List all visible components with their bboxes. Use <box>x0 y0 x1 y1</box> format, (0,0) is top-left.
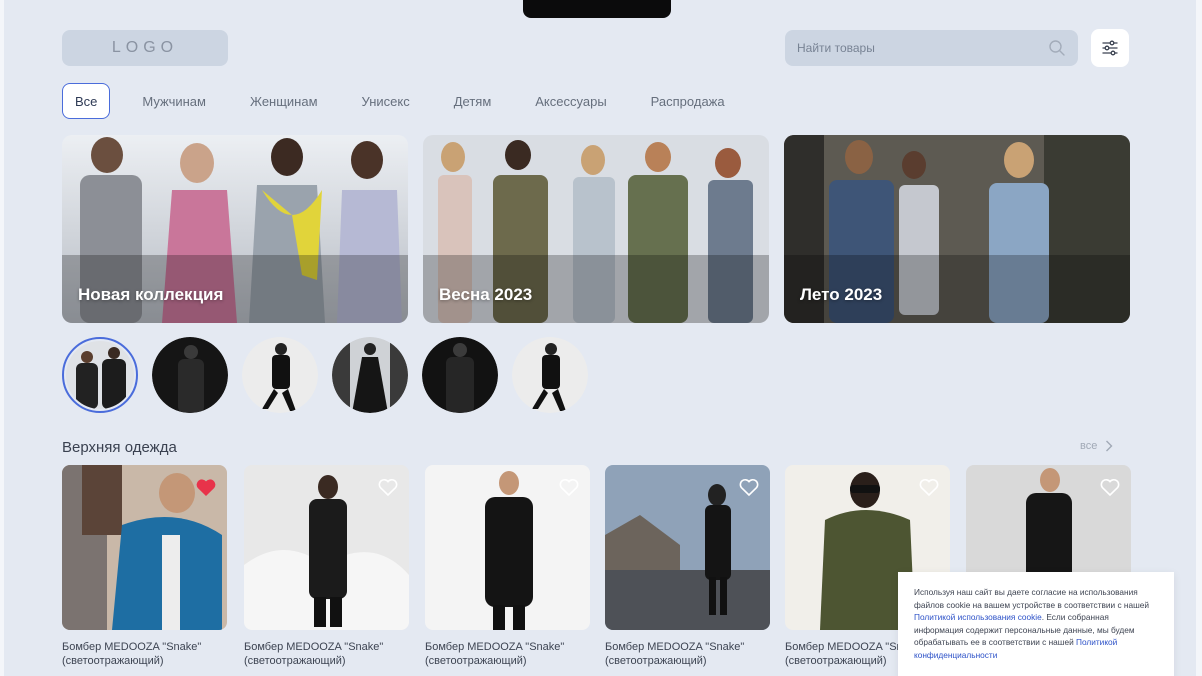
search-bar[interactable]: Найти товары <box>785 30 1078 66</box>
tab-men[interactable]: Мужчинам <box>120 83 228 119</box>
banner-summer-2023[interactable]: Лето 2023 <box>784 135 1130 323</box>
product-name[interactable]: Бомбер MEDOOZA "Snake" (светоотражающий) <box>244 640 409 668</box>
tab-all[interactable]: Все <box>62 83 111 119</box>
cookie-text: Используя наш сайт вы даете согласие на … <box>914 587 1150 610</box>
story-thumbnail[interactable] <box>512 337 588 413</box>
tab-accessories[interactable]: Аксессуары <box>513 83 628 119</box>
banner-new-collection[interactable]: Новая коллекция <box>62 135 408 323</box>
heart-outline-icon[interactable] <box>377 477 399 497</box>
product-card[interactable]: Бомбер MEDOOZA "Snake" (светоотражающий) <box>605 465 770 668</box>
banner-spring-2023[interactable]: Весна 2023 <box>423 135 769 323</box>
story-photo <box>242 337 318 413</box>
search-icon[interactable] <box>1048 39 1066 57</box>
heart-outline-icon[interactable] <box>1099 477 1121 497</box>
product-name[interactable]: Бомбер MEDOOZA "Snake" (светоотражающий) <box>605 640 770 668</box>
tab-kids[interactable]: Детям <box>432 83 514 119</box>
banner-title: Весна 2023 <box>439 285 533 304</box>
category-tabs: Все Мужчинам Женщинам Унисекс Детям Аксе… <box>62 83 747 119</box>
product-card[interactable]: Бомбер MEDOOZA "Snake" (светоотражающий) <box>425 465 590 668</box>
section-title: Верхняя одежда <box>62 439 177 456</box>
heart-outline-icon[interactable] <box>738 477 760 497</box>
tab-sale[interactable]: Распродажа <box>629 83 747 119</box>
heart-outline-icon[interactable] <box>918 477 940 497</box>
story-thumbnail[interactable] <box>242 337 318 413</box>
filter-button[interactable] <box>1091 29 1129 67</box>
see-all-label: все <box>1080 440 1098 452</box>
banner-title: Лето 2023 <box>800 285 883 304</box>
cookie-policy-link[interactable]: Политикой использования cookie <box>914 612 1042 622</box>
logo[interactable]: LOGO <box>62 30 228 66</box>
product-image[interactable] <box>62 465 227 630</box>
story-thumbnail[interactable] <box>152 337 228 413</box>
story-photo <box>152 337 228 413</box>
product-card[interactable]: Бомбер MEDOOZA "Snake" (светоотражающий) <box>62 465 227 668</box>
story-photo <box>512 337 588 413</box>
window-edge <box>0 0 4 676</box>
heart-filled-icon[interactable] <box>195 477 217 497</box>
heart-outline-icon[interactable] <box>558 477 580 497</box>
product-name[interactable]: Бомбер MEDOOZA "Snake" (светоотражающий) <box>62 640 227 668</box>
product-image[interactable] <box>605 465 770 630</box>
chevron-right-icon <box>1106 440 1113 452</box>
story-thumbnail[interactable] <box>422 337 498 413</box>
see-all-link[interactable]: все <box>1080 440 1113 452</box>
tab-unisex[interactable]: Унисекс <box>340 83 432 119</box>
story-thumbnail[interactable] <box>332 337 408 413</box>
product-image[interactable] <box>425 465 590 630</box>
banner-title: Новая коллекция <box>78 285 224 304</box>
camera-notch <box>523 0 671 18</box>
product-image[interactable] <box>244 465 409 630</box>
product-card[interactable]: Бомбер MEDOOZA "Snake" (светоотражающий) <box>244 465 409 668</box>
story-photo <box>66 341 134 409</box>
search-input[interactable]: Найти товары <box>797 41 1048 55</box>
story-photo <box>332 337 408 413</box>
story-photo <box>422 337 498 413</box>
tab-women[interactable]: Женщинам <box>228 83 340 119</box>
product-name[interactable]: Бомбер MEDOOZA "Snake" (светоотражающий) <box>425 640 590 668</box>
filter-sliders-icon <box>1102 40 1118 56</box>
cookie-consent-banner: Используя наш сайт вы даете согласие на … <box>898 572 1174 676</box>
story-thumbnail[interactable] <box>62 337 138 413</box>
